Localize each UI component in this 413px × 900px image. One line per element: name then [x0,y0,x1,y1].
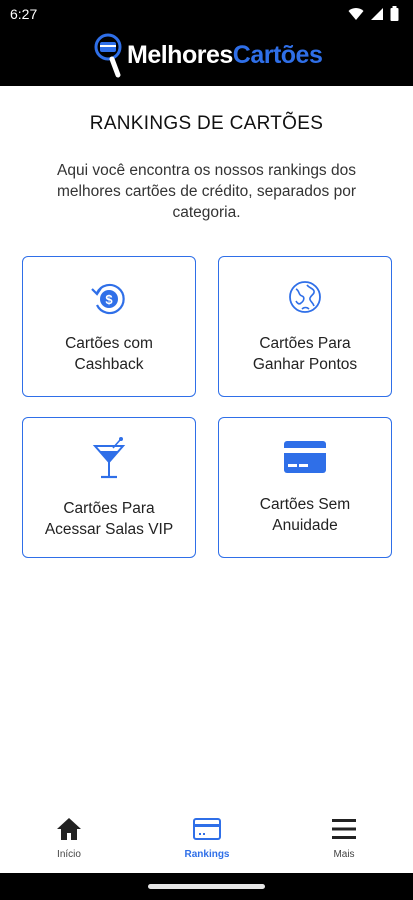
wifi-icon [348,7,364,20]
nav-label: Rankings [184,849,230,860]
app-logo[interactable]: MelhoresCartões [93,30,323,80]
magnifier-card-icon [94,33,122,78]
system-gesture-bar [0,873,413,900]
app-header: 6:27 MelhoresCartões [0,0,413,86]
cocktail-icon [92,437,126,479]
nav-item-inicio[interactable]: Início [29,816,109,860]
nav-item-rankings[interactable]: Rankings [167,816,247,860]
card-sem-anuidade[interactable]: Cartões Sem Anuidade [218,417,392,558]
card-label-line2: Anuidade [272,517,338,534]
card-label-line2: Cashback [74,356,144,373]
card-label-line1: Cartões Sem [259,496,351,513]
bottom-navigation: Início Rankings Mais [0,808,413,873]
home-icon [57,818,81,840]
credit-card-icon [284,441,326,473]
card-cashback[interactable]: $ Cartões com Cashback [22,256,196,397]
page-intro: Aqui você encontra os nossos rankings do… [57,162,356,221]
logo-wordmark: MelhoresCartões [127,40,323,69]
status-time: 6:27 [10,6,38,22]
card-label-line2: Ganhar Pontos [252,356,358,373]
status-bar: 6:27 [0,0,413,28]
signal-icon [371,7,383,20]
card-salas-vip[interactable]: Cartões Para Acessar Salas VIP [22,417,196,558]
card-label-line1: Cartões com [65,335,153,352]
home-gesture-handle[interactable] [148,884,265,889]
page-title: RANKINGS DE CARTÕES [89,113,324,134]
card-pontos[interactable]: Cartões Para Ganhar Pontos [218,256,392,397]
svg-text:$: $ [105,292,113,307]
globe-icon [289,281,321,313]
nav-label: Mais [333,849,355,860]
cashback-icon: $ [91,283,125,315]
card-label-line2: Acessar Salas VIP [44,521,174,538]
battery-icon [390,6,399,21]
status-icons [348,6,399,21]
nav-item-mais[interactable]: Mais [304,816,384,860]
card-icon [193,818,221,840]
menu-icon [332,819,356,839]
nav-label: Início [57,849,81,860]
card-label-line1: Cartões Para [63,500,155,517]
card-label-line1: Cartões Para [259,335,351,352]
